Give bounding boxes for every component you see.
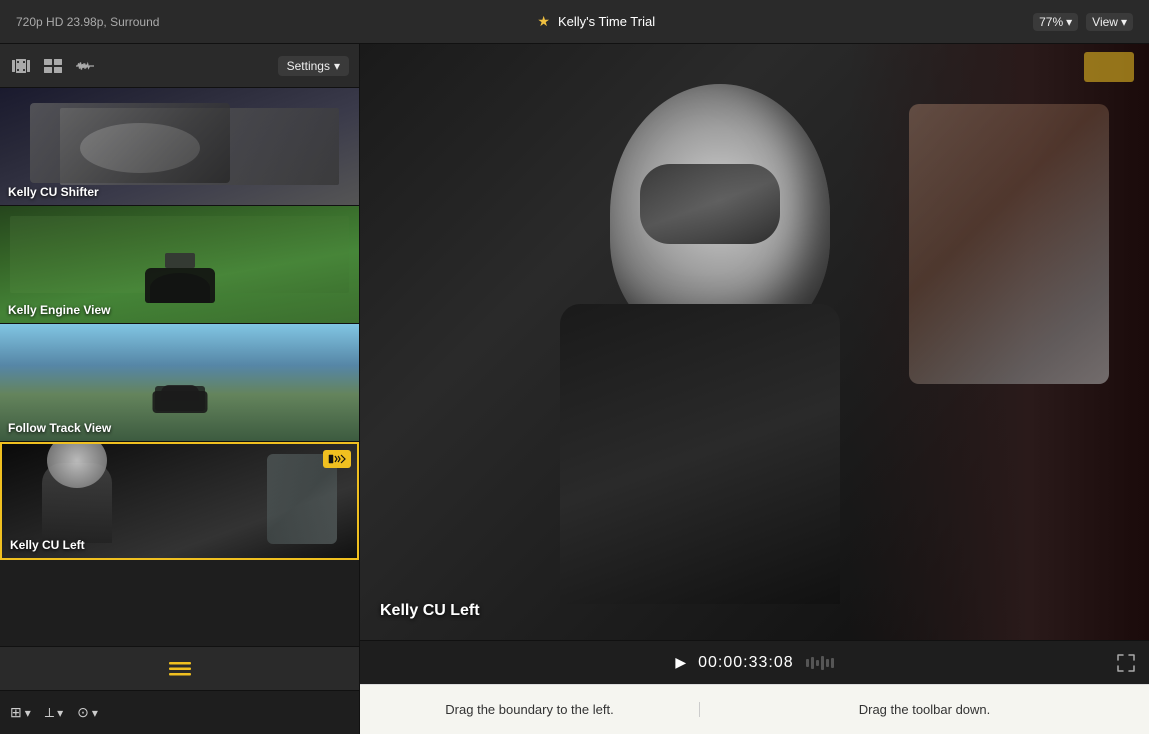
zoom-value: 77% xyxy=(1039,15,1063,29)
star-icon: ★ xyxy=(537,13,550,30)
clip-list: Kelly CU Shifter Kelly Engine View xyxy=(0,88,359,646)
top-bar-controls: 77% ▾ View ▾ xyxy=(1033,13,1133,31)
waveform-icon[interactable] xyxy=(74,57,96,75)
clip-label: Follow Track View xyxy=(8,421,111,435)
timecode-bar xyxy=(811,657,814,669)
trim-chevron: ▾ xyxy=(57,706,63,720)
top-bar: 720p HD 23.98p, Surround ★ Kelly's Time … xyxy=(0,0,1149,44)
view-chevron-icon: ▾ xyxy=(1121,15,1127,29)
timecode-display: 00:00:33:08 xyxy=(698,654,794,672)
view-label: View xyxy=(1092,15,1118,29)
zoom-button[interactable]: 77% ▾ xyxy=(1033,13,1078,31)
main-layout: Settings ▾ Kelly CU Shifter xyxy=(0,44,1149,734)
timecode-bar xyxy=(831,658,834,668)
driver-visor xyxy=(640,164,780,244)
speed-icon: ⊙ xyxy=(77,704,89,721)
timecode-bar xyxy=(806,659,809,667)
timecode-bars xyxy=(806,656,834,670)
annotation-right-text: Drag the toolbar down. xyxy=(859,702,991,717)
clip-item[interactable]: Kelly CU Left xyxy=(0,442,359,560)
clip-item[interactable]: Kelly Engine View xyxy=(0,206,359,324)
panel-bottom-controls xyxy=(0,646,359,690)
project-title-area: ★ Kelly's Time Trial xyxy=(537,13,655,30)
corner-sign xyxy=(1084,52,1134,82)
list-view-icon[interactable] xyxy=(169,661,191,677)
trim-tool-button[interactable]: ⟂ ▾ xyxy=(45,704,63,721)
settings-label: Settings xyxy=(287,59,330,73)
clip-badge-icon xyxy=(323,450,351,468)
grid-icon[interactable] xyxy=(42,57,64,75)
annotation-left-text: Drag the boundary to the left. xyxy=(445,702,613,717)
format-label: 720p HD 23.98p, Surround xyxy=(16,15,159,29)
filmstrip-icon[interactable] xyxy=(10,57,32,75)
annotation-left: Drag the boundary to the left. xyxy=(360,702,700,717)
timecode-bar xyxy=(816,660,819,666)
clip-label: Kelly CU Shifter xyxy=(8,185,99,199)
video-controls: ▶ 00:00:33:08 xyxy=(360,640,1149,684)
trim-icon: ⟂ xyxy=(45,704,54,721)
crop-tool-button[interactable]: ⊞ ▾ xyxy=(10,704,31,721)
crop-icon: ⊞ xyxy=(10,704,22,721)
play-button[interactable]: ▶ xyxy=(675,654,686,671)
annotation-right: Drag the toolbar down. xyxy=(700,702,1149,717)
clip-item[interactable]: Kelly CU Shifter xyxy=(0,88,359,206)
car-window xyxy=(909,104,1109,384)
speed-tool-button[interactable]: ⊙ ▾ xyxy=(77,704,98,721)
settings-chevron-icon: ▾ xyxy=(334,59,340,73)
crop-chevron: ▾ xyxy=(25,706,31,720)
bottom-annotation: Drag the boundary to the left. Drag the … xyxy=(360,684,1149,734)
timecode-bar xyxy=(821,656,824,670)
right-panel: Kelly CU Left ▶ 00:00:33:08 Dr xyxy=(360,44,1149,734)
clip-item[interactable]: Follow Track View xyxy=(0,324,359,442)
panel-toolbar: Settings ▾ xyxy=(0,44,359,88)
video-clip-label: Kelly CU Left xyxy=(380,602,480,620)
bottom-toolbar-left: ⊞ ▾ ⟂ ▾ ⊙ ▾ xyxy=(0,690,359,734)
fullscreen-button[interactable] xyxy=(1115,652,1137,674)
clip-label: Kelly Engine View xyxy=(8,303,110,317)
speed-chevron: ▾ xyxy=(92,706,98,720)
driver-body xyxy=(560,304,840,604)
zoom-chevron-icon: ▾ xyxy=(1066,15,1072,29)
view-button[interactable]: View ▾ xyxy=(1086,13,1133,31)
video-area: Kelly CU Left xyxy=(360,44,1149,640)
project-title: Kelly's Time Trial xyxy=(558,14,655,29)
settings-button[interactable]: Settings ▾ xyxy=(278,56,349,76)
clip-label: Kelly CU Left xyxy=(10,538,85,552)
timecode-bar xyxy=(826,659,829,667)
left-panel: Settings ▾ Kelly CU Shifter xyxy=(0,44,360,734)
